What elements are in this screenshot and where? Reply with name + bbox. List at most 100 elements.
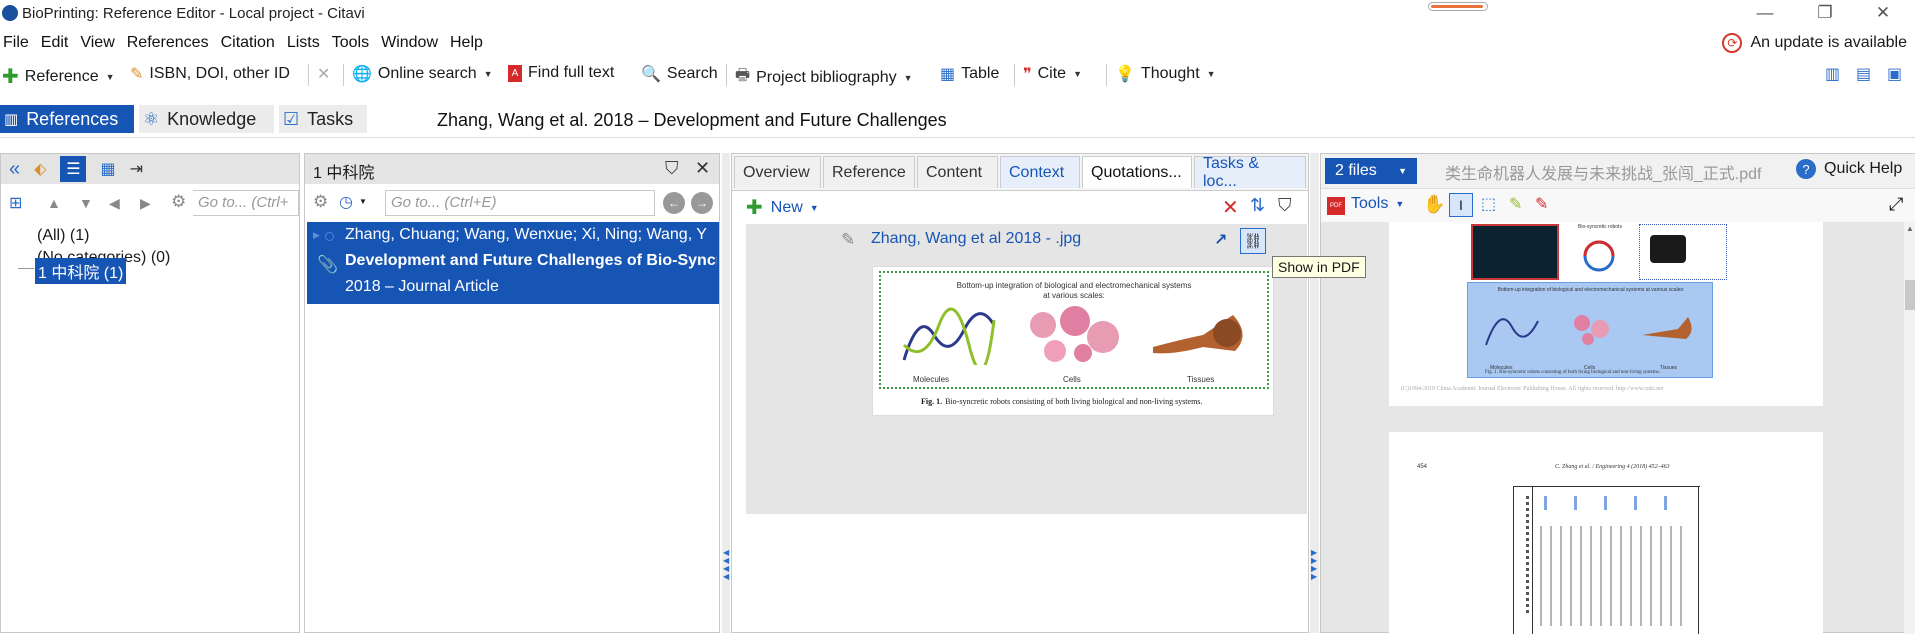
tab-quotations[interactable]: Quotations...	[1082, 156, 1192, 188]
minimize-button[interactable]: —	[1750, 3, 1780, 23]
figure-label-tissues: Tissues	[1187, 375, 1215, 384]
move-right-icon[interactable]: ▶	[140, 195, 151, 212]
tab-content[interactable]: Content	[917, 156, 998, 188]
export-icon[interactable]: ⇥	[130, 159, 143, 179]
fullscreen-icon[interactable]: ⤢	[1889, 194, 1903, 215]
show-in-pdf-icon[interactable]: ⛓	[1240, 228, 1266, 254]
grouped-view-icon[interactable]: ▦	[100, 159, 115, 179]
layout-3-button[interactable]: ▣	[1887, 64, 1902, 84]
isbn-import-button[interactable]: ✎ ISBN, DOI, other ID	[130, 64, 290, 84]
cite-quote-icon: ❞	[1023, 66, 1032, 83]
globe-search-icon: 🌐	[352, 66, 372, 83]
collapse-panel-icon[interactable]: «	[9, 158, 20, 181]
sort-icon[interactable]: ⇅	[1250, 195, 1265, 216]
quotation-title[interactable]: Zhang, Wang et al 2018 - .jpg	[871, 230, 1081, 248]
tag-icon[interactable]: ⬖	[34, 159, 46, 179]
tab-references[interactable]: ▥ References	[0, 105, 134, 133]
text-select-tool-icon[interactable]: I	[1449, 193, 1473, 217]
chevron-down-icon[interactable]: ▼	[106, 72, 115, 82]
pdf-scrollbar[interactable]: ▲	[1904, 222, 1915, 634]
maximize-button[interactable]: ❐	[1810, 3, 1840, 23]
pdf-highlighted-figure[interactable]: Bottom-up integration of biological and …	[1467, 282, 1713, 378]
group-zhongkeyuan[interactable]: 1 中科院 (1)	[35, 258, 127, 284]
red-x-icon[interactable]: ✕	[1222, 195, 1239, 220]
quick-help-label: Quick Help	[1824, 160, 1903, 177]
status-dot-icon	[325, 232, 334, 241]
add-reference-label: Reference	[24, 67, 99, 85]
menu-window[interactable]: Window	[381, 34, 438, 52]
cite-button[interactable]: ❞ Cite ▼	[1023, 64, 1082, 84]
project-bibliography-button[interactable]: 🖶 Project bibliography ▼	[735, 64, 913, 91]
robot-image-frame	[1639, 224, 1727, 280]
menu-view[interactable]: View	[80, 34, 114, 52]
delete-button[interactable]: ✕	[317, 64, 336, 84]
menu-references[interactable]: References	[127, 34, 209, 52]
back-arrow-icon[interactable]: ←	[663, 192, 685, 214]
close-icon[interactable]: ✕	[695, 158, 710, 179]
tab-overview[interactable]: Overview	[734, 156, 821, 188]
attachments-dropdown[interactable]: 2 files ▼	[1325, 158, 1417, 184]
menu-citation[interactable]: Citation	[221, 34, 275, 52]
menu-lists[interactable]: Lists	[287, 34, 320, 52]
category-panel: « ⬖ ☰ ▦ ⇥ ⊞ ▲ ▼ ◀ ▶ ⚙ Go to... (Ctrl+ (A…	[0, 153, 300, 633]
pdf-tools-button[interactable]: Tools ▼	[1351, 195, 1404, 213]
category-goto-input[interactable]: Go to... (Ctrl+	[193, 190, 299, 216]
menu-edit[interactable]: Edit	[41, 34, 69, 52]
chevron-down-icon[interactable]: ▼	[484, 69, 493, 79]
menu-help[interactable]: Help	[450, 34, 483, 52]
move-down-icon[interactable]: ▼	[79, 195, 93, 211]
tab-context[interactable]: Context	[1000, 156, 1080, 188]
pdf-scrollbar-thumb[interactable]	[1905, 280, 1915, 310]
reference-goto-input[interactable]: Go to... (Ctrl+E)	[385, 190, 655, 216]
close-button[interactable]: ✕	[1868, 3, 1898, 23]
hand-tool-icon[interactable]: ✋	[1423, 194, 1445, 215]
tab-reference[interactable]: Reference	[823, 156, 915, 188]
reference-list-item[interactable]: ▶ Zhang, Chuang; Wang, Wenxue; Xi, Ning;…	[307, 222, 719, 304]
pdf-icon: A	[508, 64, 522, 82]
new-quotation-button[interactable]: ✚ New ▼	[746, 195, 819, 220]
tab-tasks[interactable]: ☑ Tasks	[279, 105, 367, 133]
search-button[interactable]: 🔍 Search	[641, 64, 718, 84]
green-plus-icon: ✚	[746, 197, 763, 219]
gear-icon[interactable]: ⚙	[171, 192, 186, 212]
gear-icon[interactable]: ⚙	[313, 192, 328, 212]
chevron-down-icon[interactable]: ▼	[1207, 69, 1216, 79]
pdf-page-1: Bio-syncretic robots Bottom-up integrati…	[1389, 222, 1823, 406]
chevron-down-icon[interactable]: ▼	[359, 197, 367, 206]
tab-knowledge[interactable]: ⚛ Knowledge	[139, 105, 274, 133]
layout-1-button[interactable]: ▥	[1825, 64, 1840, 84]
chevron-down-icon[interactable]: ▼	[904, 73, 913, 83]
filter-icon[interactable]: ⛉	[665, 158, 679, 179]
online-search-button[interactable]: 🌐 Online search ▼	[352, 64, 493, 84]
microscopy-image	[1471, 224, 1559, 280]
move-up-icon[interactable]: ▲	[47, 195, 61, 211]
find-full-text-button[interactable]: A Find full text	[508, 64, 614, 82]
chevron-down-icon[interactable]: ▼	[1073, 69, 1082, 79]
category-view-icon[interactable]: ☰	[60, 156, 87, 182]
add-category-icon[interactable]: ⊞	[9, 193, 22, 213]
tab-tasks-locations[interactable]: Tasks & loc...	[1194, 155, 1306, 190]
reference-meta: 2018 – Journal Article	[345, 278, 499, 295]
forward-arrow-icon[interactable]: →	[691, 192, 713, 214]
highlighter-icon[interactable]: ✎	[1509, 194, 1522, 214]
red-highlighter-icon[interactable]: ✎	[1535, 194, 1548, 214]
add-reference-button[interactable]: ✚ Reference ▼	[2, 64, 115, 89]
jump-arrow-icon[interactable]: ↗	[1214, 230, 1227, 250]
filter-icon[interactable]: ⛉	[1278, 195, 1292, 216]
area-select-tool-icon[interactable]: ⬚	[1481, 194, 1496, 214]
menu-file[interactable]: File	[3, 34, 29, 52]
scroll-up-icon[interactable]: ▲	[1906, 224, 1914, 233]
quotation-item[interactable]: ✎ Zhang, Wang et al 2018 - .jpg ↗ ⛓ Bott…	[746, 224, 1307, 514]
menu-tools[interactable]: Tools	[332, 34, 369, 52]
panel-splitter[interactable]: ▶ ▶ ▶ ▶	[1310, 153, 1319, 633]
thought-button[interactable]: 💡 Thought ▼	[1115, 64, 1216, 84]
expand-arrow-icon[interactable]: ▶	[313, 230, 320, 241]
history-clock-icon[interactable]: ◷	[339, 192, 353, 212]
quick-help-button[interactable]: ? Quick Help	[1796, 159, 1902, 179]
update-notice[interactable]: ⟳ An update is available	[1722, 33, 1907, 53]
category-all[interactable]: (All) (1)	[37, 227, 89, 245]
panel-splitter[interactable]: ◀ ◀ ◀ ◀	[722, 153, 730, 633]
table-button[interactable]: ▦ Table	[940, 64, 999, 84]
move-left-icon[interactable]: ◀	[109, 195, 120, 212]
layout-2-button[interactable]: ▤	[1856, 64, 1871, 84]
